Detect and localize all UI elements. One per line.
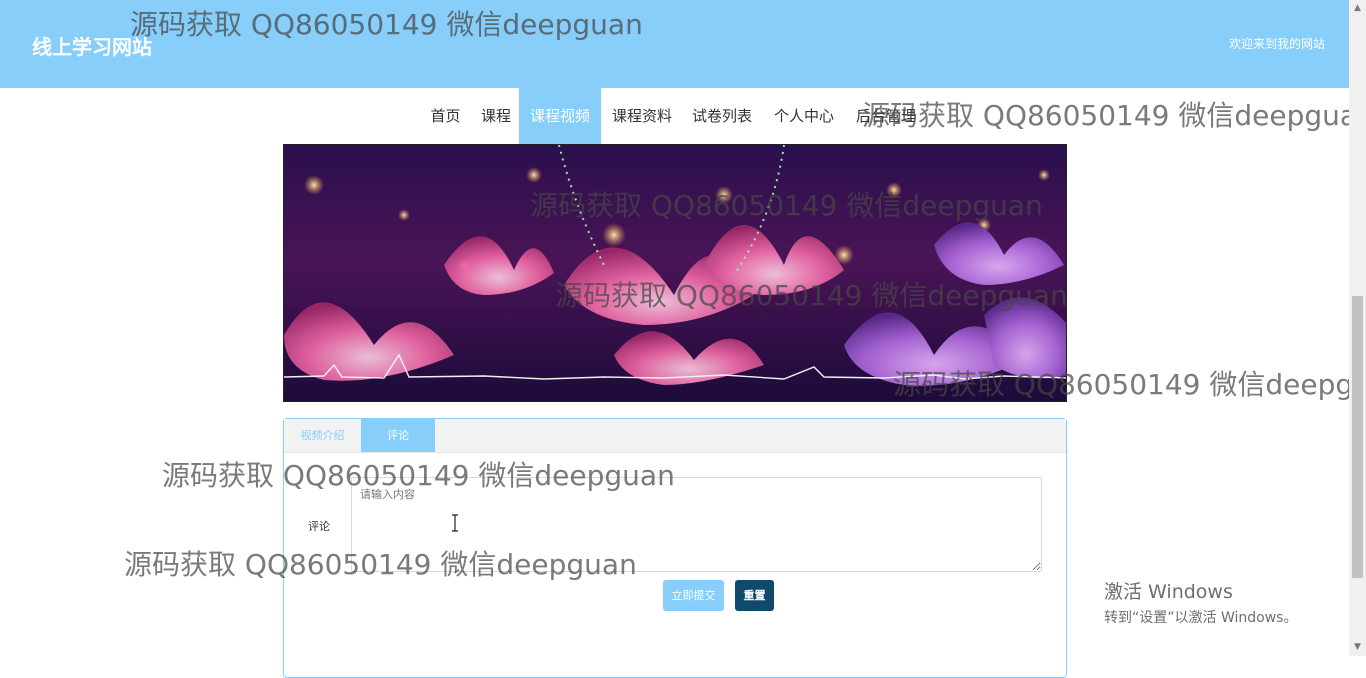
site-header: 线上学习网站 欢迎来到我的网站: [0, 0, 1349, 88]
nav-item-courses[interactable]: 课程: [474, 88, 518, 144]
nav-item-personal-center[interactable]: 个人中心: [765, 88, 843, 144]
video-player[interactable]: [283, 144, 1067, 402]
scroll-down-icon[interactable]: ▼: [1349, 639, 1366, 656]
nav-item-course-videos[interactable]: 课程视频: [519, 88, 601, 144]
nav-item-admin[interactable]: 后台管理: [847, 88, 925, 144]
windows-activation-notice: 激活 Windows 转到“设置”以激活 Windows。: [1104, 577, 1297, 627]
video-frame: [284, 145, 1066, 401]
scrollbar-thumb[interactable]: [1352, 296, 1363, 578]
reset-button[interactable]: 重置: [735, 580, 774, 611]
activation-subtitle: 转到“设置”以激活 Windows。: [1104, 610, 1298, 626]
welcome-text: 欢迎来到我的网站: [1228, 37, 1325, 51]
nav-item-exam-list[interactable]: 试卷列表: [683, 88, 761, 144]
tab-comment[interactable]: 评论: [361, 419, 435, 452]
nav-item-course-materials[interactable]: 课程资料: [603, 88, 681, 144]
comment-label: 评论: [308, 520, 330, 533]
site-title[interactable]: 线上学习网站: [32, 31, 152, 60]
tab-bar: 视频介绍 评论: [284, 419, 1066, 453]
text-cursor-icon: [452, 514, 458, 532]
scroll-up-icon[interactable]: ▲: [1349, 0, 1366, 17]
submit-button[interactable]: 立即提交: [663, 580, 724, 611]
activation-title: 激活 Windows: [1104, 581, 1233, 603]
main-nav: 首页 课程 课程视频 课程资料 试卷列表 个人中心 后台管理: [0, 88, 1349, 144]
nav-item-home[interactable]: 首页: [422, 88, 469, 144]
tab-video-intro[interactable]: 视频介绍: [284, 419, 361, 452]
video-tab-panel: 视频介绍 评论 评论 立即提交 重置: [283, 418, 1067, 678]
